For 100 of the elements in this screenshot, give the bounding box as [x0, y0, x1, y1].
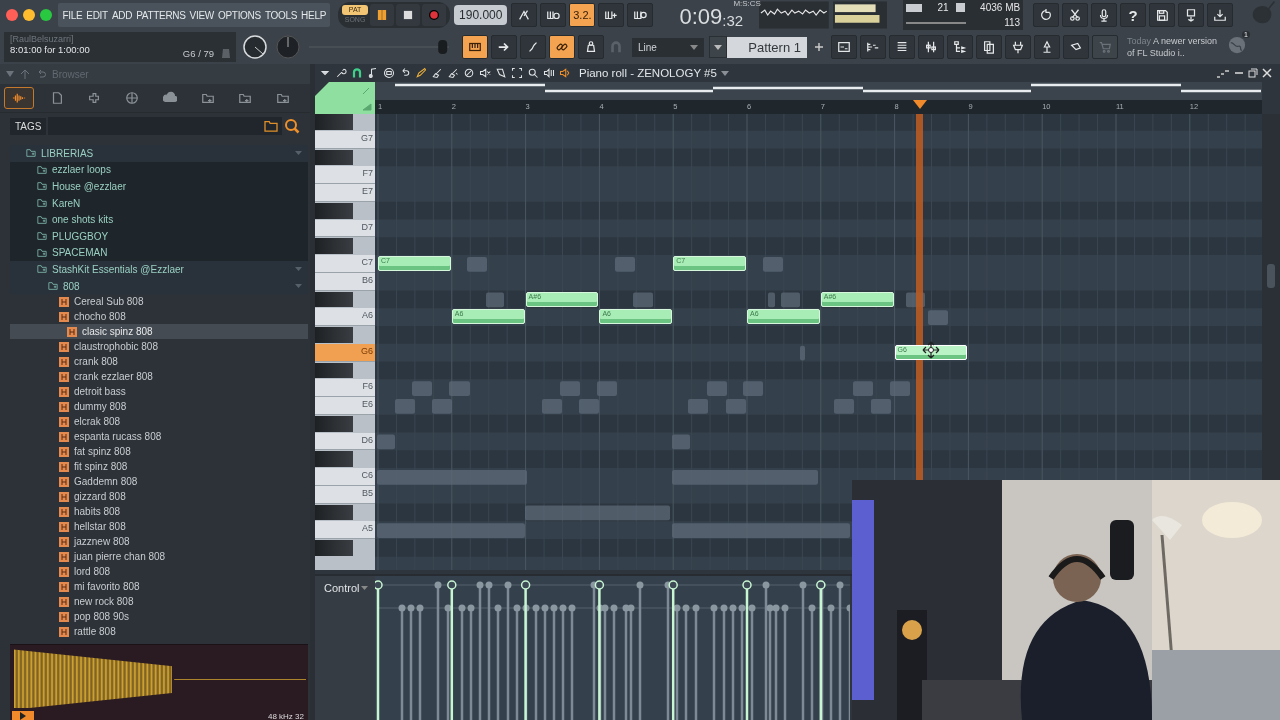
lamp-button[interactable] — [1034, 35, 1060, 59]
knob-button[interactable] — [578, 35, 604, 59]
sample-item[interactable]: Gaddemn 808 — [10, 474, 308, 490]
tool-corner-tab[interactable] — [315, 82, 375, 114]
select-icon[interactable] — [511, 67, 523, 79]
scrollbar-thumb[interactable] — [1267, 264, 1275, 288]
sharp-key[interactable] — [315, 202, 353, 219]
sample-item[interactable]: crank ezzlaer 808 — [10, 369, 308, 385]
piano-roll-button[interactable] — [860, 35, 886, 59]
pause-button[interactable] — [370, 4, 395, 26]
mic-button[interactable] — [1091, 3, 1118, 27]
close-window-icon[interactable] — [6, 9, 18, 21]
cut-button[interactable] — [1062, 3, 1089, 27]
record-circle-icon[interactable] — [383, 67, 395, 79]
menu-item[interactable]: EDIT — [86, 9, 108, 21]
wait-button[interactable] — [540, 3, 567, 27]
close-icon[interactable] — [1262, 68, 1272, 78]
master-volume-knob[interactable] — [241, 33, 269, 61]
slice-icon[interactable] — [495, 67, 507, 79]
zoom-icon[interactable] — [527, 67, 539, 79]
magnet-icon[interactable] — [351, 67, 363, 79]
sample-item[interactable]: chocho 808 — [10, 309, 308, 325]
menu-item[interactable]: OPTIONS — [217, 9, 261, 21]
sample-item[interactable]: jazznew 808 — [10, 534, 308, 550]
maximize-window-icon[interactable] — [40, 9, 52, 21]
sample-item[interactable]: rattle 808 — [10, 624, 308, 640]
tags-label[interactable]: TAGS — [10, 117, 47, 135]
piano-keyboard[interactable]: G7 F7 E7 D7 C7 B6 A6 G6 F6 E6 D6 C6 B5 A5 — [315, 114, 375, 570]
slider-thumb[interactable] — [438, 40, 448, 54]
delete-icon[interactable] — [463, 67, 475, 79]
sample-item[interactable]: pop 808 90s — [10, 609, 308, 625]
tags-field[interactable] — [48, 117, 282, 135]
sample-item[interactable]: crank 808 — [10, 354, 308, 370]
menu-item[interactable]: PATTERNS — [136, 9, 186, 21]
plug-button[interactable] — [1005, 35, 1031, 59]
pages-button[interactable] — [976, 35, 1002, 59]
blend-button[interactable] — [598, 3, 625, 27]
countdown-button[interactable]: 3.2. — [569, 3, 596, 27]
sharp-key[interactable] — [315, 504, 353, 521]
sample-item[interactable]: fit spinz 808 — [10, 459, 308, 475]
note-icon[interactable] — [367, 67, 379, 79]
tempo-field[interactable]: 190.000 — [454, 5, 508, 25]
loop-button[interactable] — [627, 3, 654, 27]
sample-item[interactable]: mi favorito 808 — [10, 579, 308, 595]
sample-item[interactable]: dummy 808 — [10, 399, 308, 415]
channel-rack-button[interactable] — [889, 35, 915, 59]
metronome-button[interactable] — [511, 3, 538, 27]
download-button[interactable] — [1207, 3, 1234, 27]
sharp-key[interactable] — [315, 291, 353, 308]
export-button[interactable] — [1178, 3, 1205, 27]
menu-item[interactable]: FILE — [62, 9, 83, 21]
sharp-key[interactable] — [315, 362, 353, 379]
link-button[interactable] — [549, 35, 575, 59]
step-button[interactable] — [520, 35, 546, 59]
help-button[interactable]: ? — [1120, 3, 1147, 27]
pencil-icon[interactable] — [415, 67, 427, 79]
search-icon[interactable] — [284, 118, 300, 134]
menu-item[interactable]: TOOLS — [264, 9, 298, 21]
time-format-label[interactable]: M:S:CS — [733, 0, 761, 8]
master-pitch-knob[interactable] — [274, 33, 302, 61]
add-pattern-icon[interactable] — [814, 42, 824, 52]
sharp-key[interactable] — [315, 415, 353, 432]
mixer-button[interactable] — [918, 35, 944, 59]
sample-item[interactable]: hellstar 808 — [10, 519, 308, 535]
sample-item[interactable]: lord 808 — [10, 564, 308, 580]
save-button[interactable] — [1149, 3, 1176, 27]
caret-icon[interactable] — [720, 70, 729, 76]
reset-button[interactable] — [1033, 3, 1060, 27]
pattern-selector[interactable]: Pattern 1 — [727, 36, 807, 58]
brush-icon[interactable] — [431, 67, 443, 79]
restore-icon[interactable] — [1248, 68, 1258, 78]
sample-item[interactable]: claustrophobic 808 — [10, 339, 308, 355]
mute-icon[interactable] — [479, 67, 491, 79]
control-lane-dropdown[interactable]: Control — [315, 576, 375, 594]
folder-item[interactable]: one shots kits — [10, 211, 308, 228]
menu-item[interactable]: HELP — [301, 9, 327, 21]
keyboard-button[interactable] — [462, 35, 488, 59]
sample-item[interactable]: espanta rucass 808 — [10, 429, 308, 445]
pattern-dropdown-button[interactable] — [709, 36, 727, 58]
folder-item[interactable]: House @ezzlaer — [10, 178, 308, 195]
sample-item[interactable]: detroit bass — [10, 384, 308, 400]
sample-item[interactable]: elcrak 808 — [10, 414, 308, 430]
graph-icon[interactable] — [1216, 68, 1230, 78]
sample-item[interactable]: Cereal Sub 808 — [10, 294, 308, 310]
sample-item[interactable]: clasic spinz 808 — [10, 324, 308, 340]
all-tab[interactable] — [4, 87, 34, 109]
paint-brush-icon[interactable] — [447, 67, 459, 79]
browser-tree-button[interactable] — [947, 35, 973, 59]
menu-item[interactable]: VIEW — [189, 9, 214, 21]
arrow-button[interactable] — [491, 35, 517, 59]
minimize-window-icon[interactable] — [23, 9, 35, 21]
sample-item[interactable]: habits 808 — [10, 504, 308, 520]
record-button[interactable] — [422, 4, 447, 26]
playlist-button[interactable] — [831, 35, 857, 59]
menu-item[interactable]: ADD — [111, 9, 133, 21]
wrench-icon[interactable] — [335, 67, 347, 79]
velocity-stems-drawing[interactable] — [375, 576, 850, 720]
sharp-key[interactable] — [315, 149, 353, 166]
sample-item[interactable]: juan pierre chan 808 — [10, 549, 308, 565]
sample-item[interactable]: new rock 808 — [10, 594, 308, 610]
